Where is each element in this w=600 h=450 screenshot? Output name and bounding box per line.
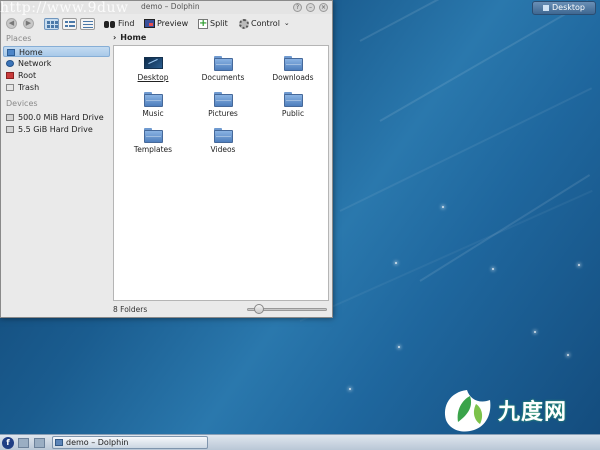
dolphin-window[interactable]: demo – Dolphin ? – × ◀ ▶ Find Preview + …	[0, 0, 333, 318]
folder-icon	[213, 92, 233, 107]
application-launcher-icon[interactable]: f	[2, 437, 14, 449]
desktop-icon	[543, 4, 549, 11]
folder-icon	[213, 56, 233, 71]
places-panel: Places Home Network Root Trash Devices 5…	[3, 33, 111, 303]
folder-icon	[283, 56, 303, 71]
control-button[interactable]: Control ⌄	[239, 17, 290, 30]
folder-icon	[143, 128, 163, 143]
split-icon	[198, 17, 208, 30]
file-item-documents[interactable]: Documents	[195, 56, 251, 82]
trash-icon	[6, 84, 14, 91]
home-icon	[7, 49, 15, 56]
chevron-down-icon: ⌄	[283, 19, 290, 27]
window-title: demo – Dolphin	[141, 2, 200, 11]
breadcrumb[interactable]: › Home	[113, 33, 146, 42]
desktop-button-label: Desktop	[552, 3, 585, 12]
details-view-button[interactable]	[80, 17, 95, 30]
back-button[interactable]: ◀	[6, 17, 17, 30]
file-label: Documents	[201, 73, 245, 82]
preview-icon	[144, 19, 155, 28]
preview-label: Preview	[157, 19, 189, 28]
icons-view-button[interactable]	[44, 17, 59, 30]
system-tray[interactable]	[496, 437, 596, 449]
places-header: Places	[6, 34, 32, 43]
site-logo: 九度网	[440, 386, 600, 436]
folder-icon	[283, 92, 303, 107]
file-label: Templates	[133, 145, 173, 154]
help-button[interactable]: ?	[293, 3, 302, 12]
folder-icon	[143, 92, 163, 107]
file-label: Public	[281, 109, 305, 118]
devices-header: Devices	[6, 99, 38, 108]
folder-icon	[213, 128, 233, 143]
file-item-pictures[interactable]: Pictures	[195, 92, 251, 118]
file-item-public[interactable]: Public	[265, 92, 321, 118]
device-item-5gib[interactable]: 5.5 GiB Hard Drive	[3, 124, 110, 135]
taskbar: f demo – Dolphin	[0, 434, 600, 450]
file-item-music[interactable]: Music	[125, 92, 181, 118]
status-text: 8 Folders	[113, 305, 148, 314]
hard-drive-icon	[6, 126, 14, 133]
file-item-templates[interactable]: Templates	[125, 128, 181, 154]
file-label: Desktop	[137, 73, 169, 82]
taskbar-task-dolphin[interactable]: demo – Dolphin	[52, 436, 208, 449]
chevron-right-icon: ›	[113, 33, 117, 42]
root-folder-icon	[6, 72, 14, 79]
place-item-trash[interactable]: Trash	[3, 82, 110, 93]
preview-button[interactable]: Preview	[144, 17, 188, 30]
arrow-left-icon: ◀	[6, 18, 17, 29]
hard-drive-icon	[6, 114, 14, 121]
place-item-label: Root	[18, 71, 37, 80]
place-item-label: Network	[18, 59, 52, 68]
file-item-desktop[interactable]: Desktop	[125, 56, 181, 82]
place-item-label: Trash	[18, 83, 40, 92]
zoom-slider-handle[interactable]	[254, 304, 264, 314]
device-item-label: 5.5 GiB Hard Drive	[18, 125, 93, 134]
file-label: Pictures	[208, 109, 238, 118]
compact-view-icon	[62, 17, 77, 30]
main-toolbar: ◀ ▶ Find Preview + Split Control ⌄	[1, 15, 332, 32]
leaf-logo-icon	[444, 390, 491, 432]
details-view-icon	[80, 17, 95, 30]
file-label: Downloads	[272, 73, 314, 82]
breadcrumb-home: Home	[120, 33, 147, 42]
control-label: Control	[251, 19, 280, 28]
desktop-folder-icon	[143, 56, 163, 71]
url-watermark: http://www.9duw	[0, 0, 129, 16]
place-item-root[interactable]: Root	[3, 70, 110, 81]
place-item-network[interactable]: Network	[3, 58, 110, 69]
file-view[interactable]: Desktop Documents Downloads Music Pictur…	[113, 45, 329, 301]
task-label: demo – Dolphin	[66, 438, 129, 447]
pager-icon[interactable]	[34, 438, 45, 448]
forward-button[interactable]: ▶	[23, 17, 34, 30]
split-button[interactable]: Split	[198, 17, 228, 30]
place-item-label: Home	[19, 48, 43, 57]
binoculars-icon	[104, 20, 116, 28]
find-button[interactable]: Find	[104, 17, 134, 30]
find-label: Find	[118, 19, 135, 28]
dolphin-app-icon	[55, 439, 63, 446]
arrow-right-icon: ▶	[23, 18, 34, 29]
file-label: Videos	[210, 145, 236, 154]
compact-view-button[interactable]	[62, 17, 77, 30]
icons-view-icon	[44, 17, 59, 30]
split-label: Split	[210, 19, 228, 28]
network-icon	[6, 60, 14, 67]
close-button[interactable]: ×	[319, 3, 328, 12]
gear-icon	[239, 18, 249, 29]
minimize-button[interactable]: –	[306, 3, 315, 12]
file-item-downloads[interactable]: Downloads	[265, 56, 321, 82]
file-label: Music	[142, 109, 164, 118]
logo-text: 九度网	[498, 400, 568, 425]
file-item-videos[interactable]: Videos	[195, 128, 251, 154]
show-desktop-icon[interactable]	[18, 438, 29, 448]
device-item-label: 500.0 MiB Hard Drive	[18, 113, 104, 122]
place-item-home[interactable]: Home	[3, 46, 110, 57]
device-item-500mib[interactable]: 500.0 MiB Hard Drive	[3, 112, 110, 123]
desktop-toolbox-button[interactable]: Desktop	[532, 1, 596, 15]
